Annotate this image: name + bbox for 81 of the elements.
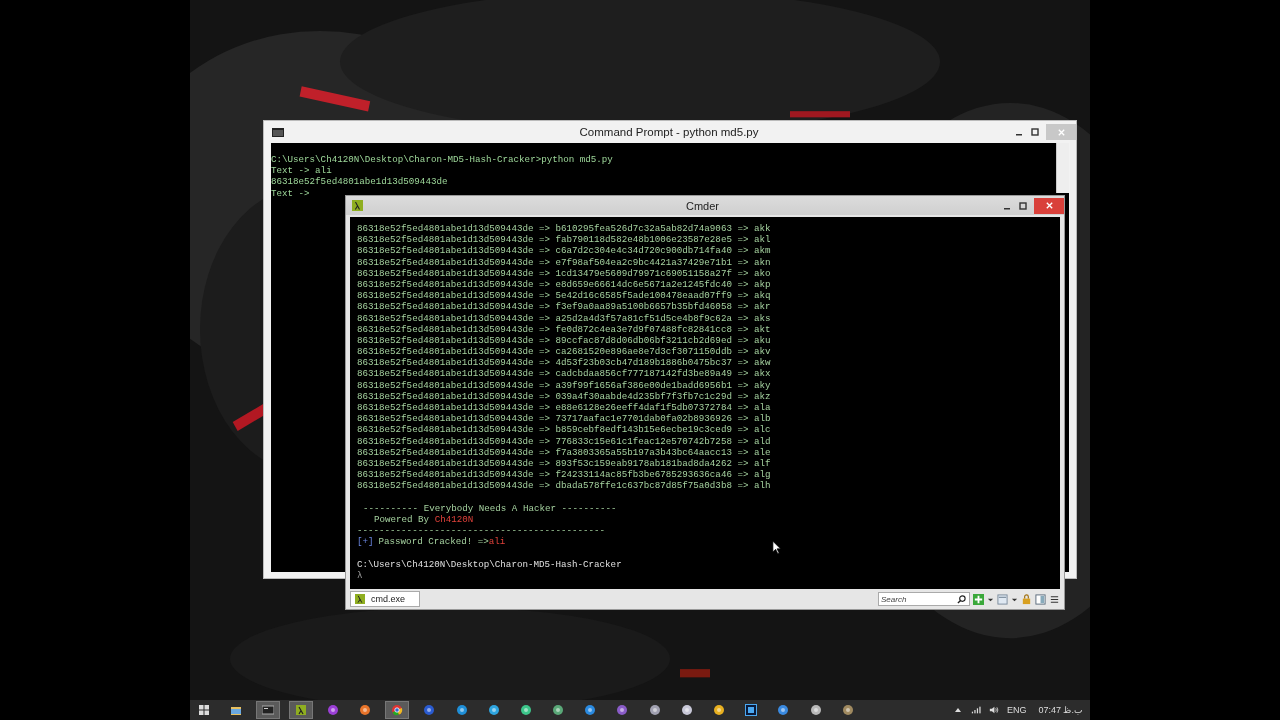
app-icon: [584, 704, 597, 716]
cursor-icon: [772, 540, 781, 555]
console-icon: [262, 704, 275, 716]
volume-icon[interactable]: [988, 705, 999, 715]
close-button[interactable]: [1034, 197, 1064, 214]
search-field[interactable]: Search: [878, 592, 970, 606]
menu-icon[interactable]: [1049, 593, 1060, 605]
console-line: 86318e52f5ed4801abe1d13d509443de => f7a3803365a55b197a3b43bc64aacc13 => ale: [357, 446, 771, 458]
console-line: C:\Users\Ch4120N\Desktop\Charon-MD5-Hash-Cracker>python md5.py: [271, 154, 613, 166]
powered-by-label: Powered By: [374, 513, 430, 526]
windows-logo-icon: [198, 704, 210, 716]
folder-icon: [230, 704, 243, 716]
console-icon: [272, 127, 284, 137]
app-icon: [326, 704, 339, 716]
console-line: 86318e52f5ed4801abe1d13d509443de => 039a4f30aabde4d235bf7f3fb7c1c29d => akz: [357, 390, 771, 402]
close-icon: [1044, 201, 1054, 210]
maximize-icon[interactable]: [1018, 200, 1028, 211]
console-line: 86318e52f5ed4801abe1d13d509443de => e8d659e66614dc6e5671a2e1245fdc40 => akp: [357, 278, 771, 291]
app-icon: [519, 704, 532, 716]
console-line: 86318e52f5ed4801abe1d13d509443de => 73717aafac1e7701dab0fa02b8936926 => alb: [357, 413, 771, 425]
window-title: Cmder: [685, 199, 720, 212]
console-line: Text -> ali: [271, 165, 332, 177]
console-line: 86318e52f5ed4801abe1d13d509443de => 1cd13479e5609d79971c69051158a27f => ako: [357, 267, 771, 279]
search-icon: [957, 594, 966, 604]
scrollbar[interactable]: [1056, 143, 1069, 193]
console-line: 86318e52f5ed4801abe1d13d509443de => 89ccfac87d8d06db06bf3211cb2d69ed => aku: [357, 334, 771, 347]
author-name: Ch4120N: [434, 513, 474, 526]
console-line: 86318e52f5ed4801abe1d13d509443de => 5e42d16c6585f5ade100478eaad07ff9 => akq: [357, 290, 771, 302]
console-line: 86318e52f5ed4801abe1d13d509443de => b610295fea526d7c32a5ab82d74a9063 => akk: [357, 223, 771, 235]
taskbar-button[interactable]: [385, 701, 410, 719]
banner-line: ---------- Everybody Needs A Hacker ----------: [363, 502, 617, 514]
console-line: 86318e52f5ed4801abe1d13d509443de => f24233114ac85fb3be6785293636ca46 => alg: [357, 469, 771, 481]
clock[interactable]: 07:47 ب.ظ: [1038, 705, 1082, 715]
console-line: Text ->: [271, 187, 310, 199]
console-line: 86318e52f5ed4801abe1d13d509443de => f3ef9a0aa89a5100b6657b35bfd46058 => akr: [357, 301, 771, 313]
console-line: 86318e52f5ed4801abe1d13d509443de => fe0d872c4ea3e7d9f07488fc82841cc8 => akt: [357, 323, 771, 335]
password-value: ali: [488, 536, 506, 548]
app-icon: [680, 704, 693, 716]
status-marker: [+]: [357, 536, 374, 548]
search-input[interactable]: Search: [881, 593, 957, 605]
app-icon: [809, 704, 822, 716]
prompt-symbol: λ: [357, 569, 363, 581]
console-line: 86318e52f5ed4801abe1d13d509443de => 893f53c159eab9178ab181bad8da4262 => alf: [357, 457, 771, 470]
app-icon: [455, 704, 468, 716]
close-icon: [1056, 127, 1066, 137]
taskbar-button[interactable]: [288, 701, 313, 719]
language-indicator[interactable]: ENG: [1006, 705, 1027, 715]
console-line: 86318e52f5ed4801abe1d13d509443de => 4d53f23b03cb47d189b1886b0475bc37 => akw: [357, 357, 771, 369]
app-icon: [841, 704, 854, 716]
signal-icon[interactable]: [970, 705, 981, 715]
console-line: 86318e52f5ed4801abe1d13d509443de => c6a7d2c304e4c34d720c900db714fa40 => akm: [357, 245, 771, 257]
console-line: 86318e52f5ed4801abe1d13d509443de => a25d2a4d3f57a81cf51d5ce4b8f9c62a => aks: [357, 312, 771, 324]
app-icon: [358, 704, 371, 716]
console-line: 86318e52f5ed4801abe1d13d509443de => dbada578ffe1c637bc87d85f75a0d3b8 => alh: [357, 480, 771, 492]
window-title: Command Prompt - python md5.py: [578, 126, 760, 138]
app-icon: [713, 704, 725, 716]
lambda-icon: [294, 704, 307, 716]
app-icon: [487, 704, 500, 716]
app-icon: [423, 704, 436, 716]
console-line: 86318e52f5ed4801abe1d13d509443de => a39f99f1656af386e00de1badd6956b1 => aky: [357, 379, 771, 391]
console-line: 86318e52f5ed4801abe1d13d509443de => e7f98af504ea2c9bc4421a37429e71b1 => akn: [357, 256, 771, 268]
app-icon: [552, 704, 565, 716]
cracked-label: Password Cracked! =>: [378, 536, 489, 548]
app-icon: [745, 704, 758, 716]
console-line: 86318e52f5ed4801abe1d13d509443de: [271, 176, 448, 188]
console-line: 86318e52f5ed4801abe1d13d509443de => b859cebf8edf143b15e6ecbe19c3ced9 => alc: [357, 424, 771, 436]
browser-icon: [391, 704, 404, 716]
console-line: 86318e52f5ed4801abe1d13d509443de => e88e6128e26eeff4daf1f5db07372784 => ala: [357, 402, 771, 414]
console-line: 86318e52f5ed4801abe1d13d509443de => ca2681520e896ae8e7d3cf3071150ddb => akv: [357, 346, 771, 358]
console-line: 86318e52f5ed4801abe1d13d509443de => 776833c15e61c1feac12e570742b7258 => ald: [357, 435, 771, 447]
lambda-icon: [352, 200, 363, 211]
lambda-icon: [355, 594, 365, 604]
console-tab[interactable]: cmd.exe: [350, 591, 420, 607]
app-icon: [777, 704, 790, 716]
app-icon: [648, 704, 661, 716]
console-line: 86318e52f5ed4801abe1d13d509443de => fab790118d582e48b1006e23587e28e5 => akl: [357, 234, 771, 246]
app-icon: [616, 704, 629, 716]
prompt-path: C:\Users\Ch4120N\Desktop\Charon-MD5-Hash-Cracker: [357, 558, 622, 570]
maximize-icon[interactable]: [1030, 127, 1040, 137]
separator-line: ---------------------------------------------: [357, 525, 606, 537]
console-line: 86318e52f5ed4801abe1d13d509443de => cadcbdaa856cf777187142fd3be89a49 => akx: [357, 368, 771, 380]
